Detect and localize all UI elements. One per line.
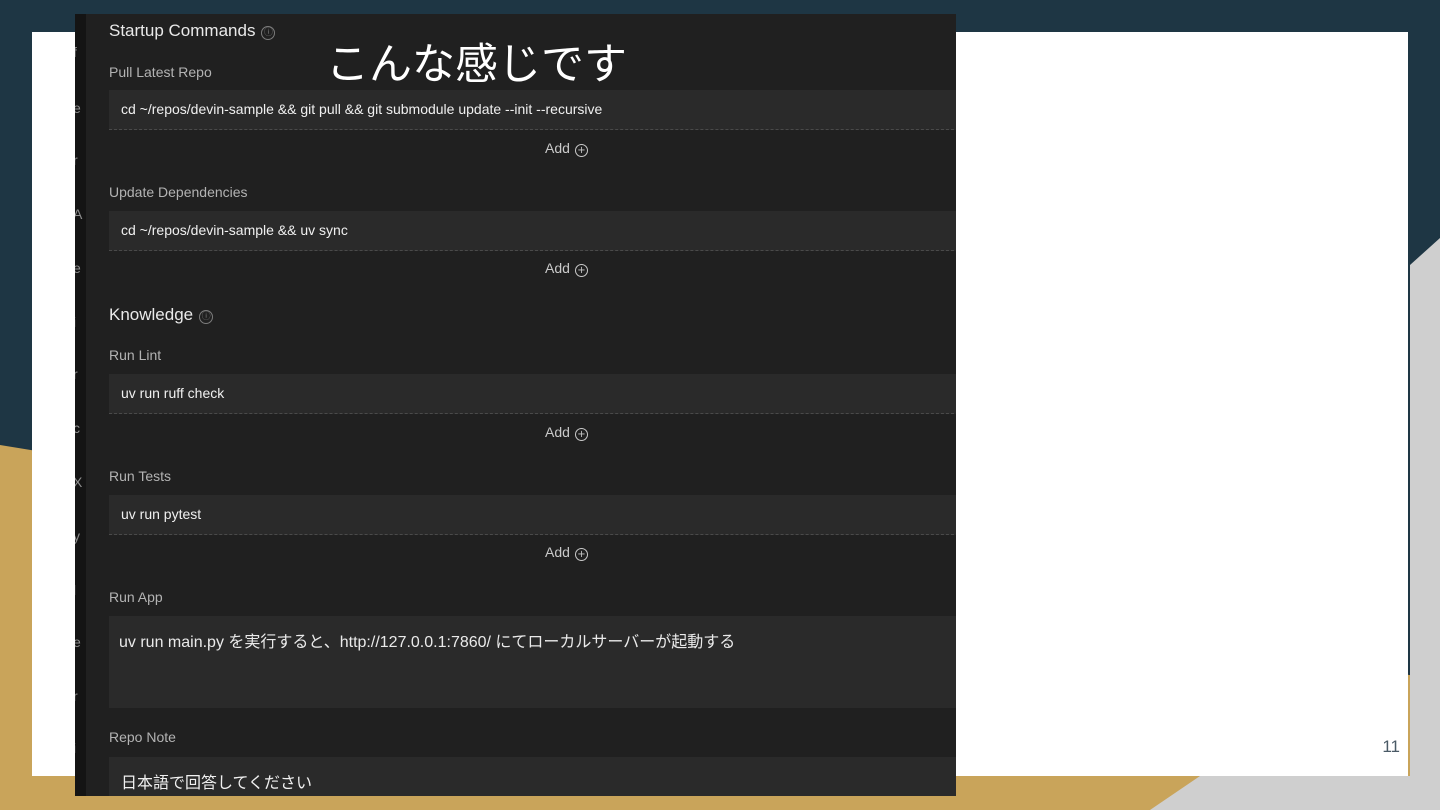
- gutter-char: r: [75, 366, 78, 382]
- info-icon[interactable]: ⓘ: [199, 310, 214, 324]
- run-lint-command: uv run ruff check: [121, 385, 225, 401]
- startup-commands-title: Startup Commands ⓘ: [109, 21, 276, 41]
- gutter-char: y: [75, 528, 80, 544]
- gutter-char: i: [75, 740, 83, 756]
- gutter-char: A: [75, 206, 83, 222]
- add-button[interactable]: Add +: [545, 140, 625, 157]
- plus-circle-icon: +: [574, 428, 588, 441]
- knowledge-title-text: Knowledge: [109, 305, 194, 324]
- sidebar-gutter: f e r A e i r c X y l e r i: [75, 14, 86, 796]
- repo-note-text: 日本語で回答してください: [121, 775, 313, 792]
- settings-screenshot: f e r A e i r c X y l e r i Startup Comm…: [75, 14, 956, 796]
- run-tests-command: uv run pytest: [121, 506, 202, 522]
- gutter-char: f: [75, 44, 83, 60]
- plus-circle-icon: +: [574, 144, 588, 157]
- add-button-label: Add: [545, 140, 570, 156]
- add-button-label: Add: [545, 424, 570, 440]
- update-dependencies-command: cd ~/repos/devin-sample && uv sync: [121, 222, 348, 238]
- add-button-label: Add: [545, 544, 570, 560]
- run-app-textarea[interactable]: uv run main.py を実行すると、http://127.0.0.1:7…: [109, 616, 956, 708]
- pull-latest-repo-command: cd ~/repos/devin-sample && git pull && g…: [121, 101, 603, 117]
- run-lint-label: Run Lint: [109, 347, 162, 363]
- run-app-text: uv run main.py を実行すると、http://127.0.0.1:7…: [119, 634, 736, 651]
- repo-note-input[interactable]: 日本語で回答してください: [109, 757, 956, 796]
- gutter-char: c: [75, 420, 80, 436]
- pull-latest-repo-label: Pull Latest Repo: [109, 64, 212, 80]
- info-icon[interactable]: ⓘ: [261, 26, 276, 40]
- add-button-label: Add: [545, 260, 570, 276]
- update-dependencies-label: Update Dependencies: [109, 184, 248, 200]
- repo-note-label: Repo Note: [109, 729, 176, 745]
- knowledge-title: Knowledge ⓘ: [109, 305, 214, 325]
- gutter-char: l: [75, 582, 83, 598]
- pull-latest-repo-input[interactable]: cd ~/repos/devin-sample && git pull && g…: [109, 90, 956, 130]
- gutter-char: r: [75, 688, 78, 704]
- add-button[interactable]: Add +: [545, 260, 625, 277]
- plus-circle-icon: +: [574, 264, 588, 277]
- gutter-char: i: [75, 314, 83, 330]
- gutter-char: r: [75, 152, 78, 168]
- add-button[interactable]: Add +: [545, 424, 625, 441]
- startup-commands-title-text: Startup Commands: [109, 21, 256, 40]
- add-button[interactable]: Add +: [545, 544, 625, 561]
- run-app-label: Run App: [109, 589, 163, 605]
- slide-title: こんな感じです: [326, 41, 627, 89]
- run-tests-label: Run Tests: [109, 468, 171, 484]
- page-number: 11: [1382, 737, 1400, 756]
- update-dependencies-input[interactable]: cd ~/repos/devin-sample && uv sync: [109, 211, 956, 251]
- run-tests-input[interactable]: uv run pytest: [109, 495, 956, 535]
- gutter-char: e: [75, 260, 81, 276]
- gutter-char: e: [75, 100, 81, 116]
- run-lint-input[interactable]: uv run ruff check: [109, 374, 956, 414]
- plus-circle-icon: +: [574, 548, 588, 561]
- gutter-char: e: [75, 634, 81, 650]
- gutter-char: X: [75, 474, 83, 490]
